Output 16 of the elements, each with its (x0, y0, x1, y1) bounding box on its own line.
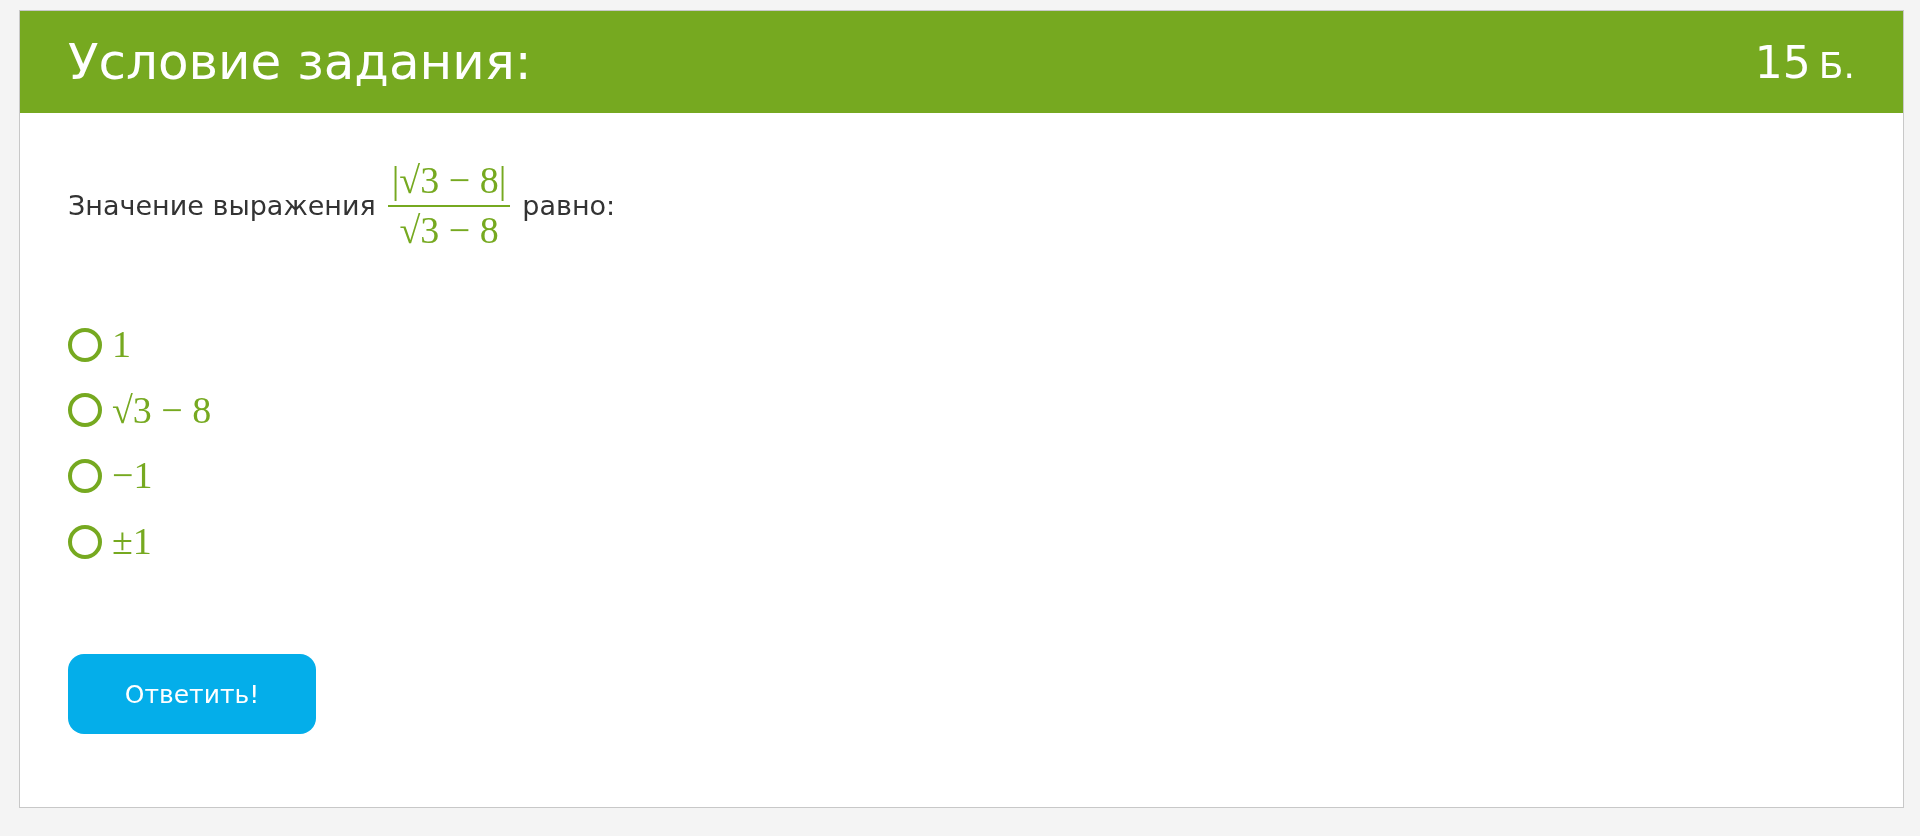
answer-option: √3 − 8 (112, 387, 212, 434)
radio-button[interactable] (68, 524, 102, 559)
radio-button[interactable] (68, 327, 102, 362)
radio-button[interactable] (68, 459, 102, 493)
points-value: 15 (1754, 36, 1811, 88)
question-text: Значение выражения (68, 190, 376, 221)
fraction-numerator: |√3 − 8| (387, 157, 511, 207)
question-text: равно: (522, 190, 616, 221)
fraction-denominator: √3 − 8 (399, 207, 499, 253)
task-title: Условие задания: (68, 33, 532, 91)
answer-option: 1 (112, 322, 131, 368)
points-unit: Б. (1818, 44, 1855, 86)
radio-button[interactable] (68, 393, 102, 428)
answer-option: −1 (112, 453, 153, 499)
answer-option: ±1 (112, 518, 152, 565)
submit-button[interactable]: Ответить! (68, 654, 316, 735)
